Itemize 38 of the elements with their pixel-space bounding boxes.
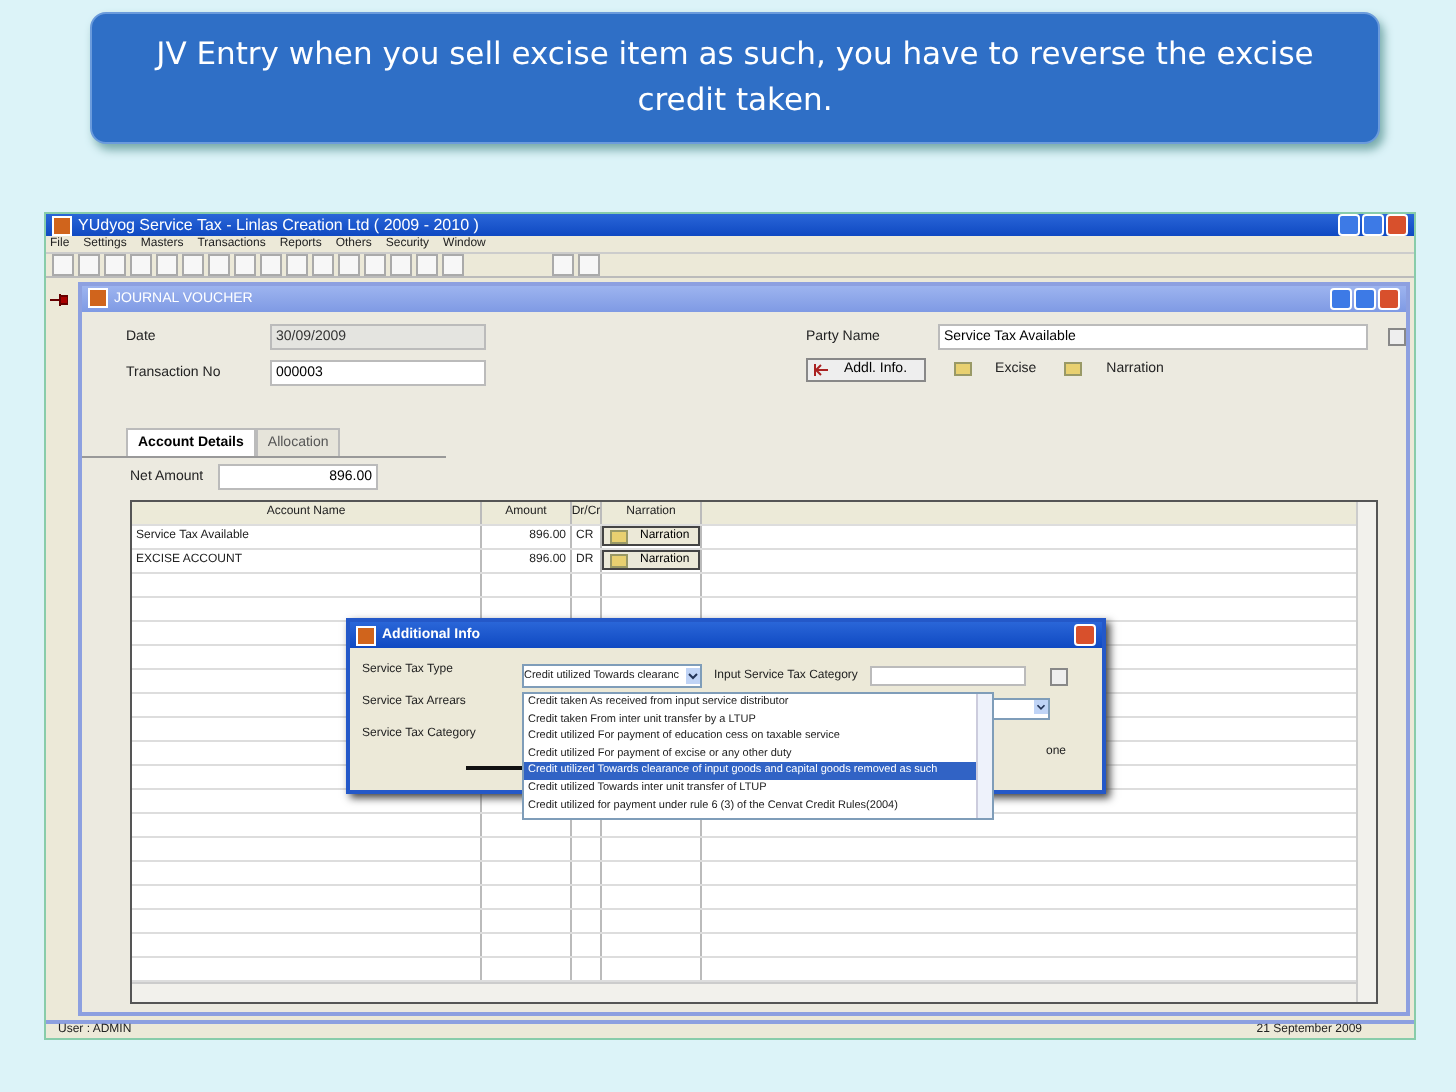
restore-button[interactable] <box>1362 214 1384 236</box>
caret-icon <box>686 668 700 684</box>
arrow-bar-icon <box>814 363 828 375</box>
input-field[interactable] <box>869 666 1026 686</box>
close-button[interactable] <box>1074 624 1096 646</box>
toolbar-button[interactable] <box>130 253 152 275</box>
horizontal-scrollbar[interactable] <box>132 981 1356 1001</box>
toolbar-button[interactable] <box>552 253 574 275</box>
close-button[interactable] <box>1378 287 1400 309</box>
close-button[interactable] <box>1386 214 1408 236</box>
toolbar-button[interactable] <box>442 253 464 275</box>
window-title: YUdyog Service Tax - Linlas Creation Ltd ( 2009 - 2010 ) <box>78 216 479 234</box>
toolbar-button[interactable] <box>578 253 600 275</box>
vertical-scrollbar[interactable] <box>976 694 992 818</box>
app-logo-icon <box>356 625 376 645</box>
minimize-button[interactable] <box>1338 214 1360 236</box>
toolbar-button[interactable] <box>416 253 438 275</box>
toolbar-button[interactable] <box>260 253 282 275</box>
toolbar-button[interactable] <box>52 253 74 275</box>
caret-icon <box>1034 699 1048 713</box>
app-logo-icon <box>88 288 108 308</box>
app-logo-icon <box>52 215 72 235</box>
toolbar-button[interactable] <box>286 253 308 275</box>
toolbar-button[interactable] <box>78 253 100 275</box>
toolbar-button[interactable] <box>364 253 386 275</box>
toolbar-button[interactable] <box>338 253 360 275</box>
toolbar-button[interactable] <box>104 253 126 275</box>
minimize-button[interactable] <box>1330 287 1352 309</box>
toolbar-button[interactable] <box>182 253 204 275</box>
toolbar-button[interactable] <box>312 253 334 275</box>
pin-icon[interactable] <box>49 293 67 305</box>
slide-title: JV Entry when you sell excise item as such, you have to reverse the excise credit taken. <box>152 33 1316 122</box>
toolbar-button[interactable] <box>390 253 412 275</box>
maximize-button[interactable] <box>1354 287 1376 309</box>
vertical-scrollbar[interactable] <box>1356 501 1376 1001</box>
toolbar-button[interactable] <box>156 253 178 275</box>
toolbar-button[interactable] <box>234 253 256 275</box>
toolbar-button[interactable] <box>208 253 230 275</box>
